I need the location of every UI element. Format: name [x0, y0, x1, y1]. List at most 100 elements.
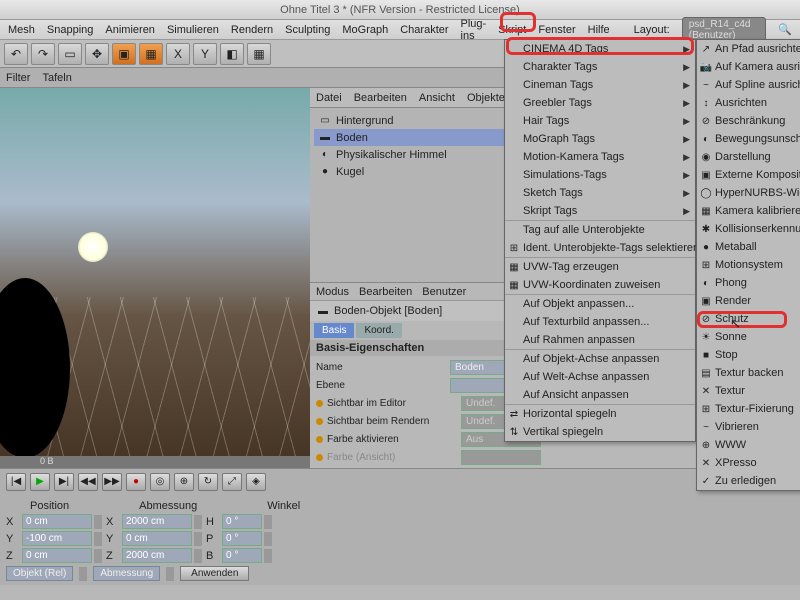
- menu-item[interactable]: ▣Externe Komposit: [697, 166, 800, 184]
- next-key-button[interactable]: ▶▶: [102, 473, 122, 491]
- coord-input[interactable]: [222, 548, 262, 563]
- menu-item[interactable]: Skript Tags▶: [505, 202, 695, 220]
- coord-input[interactable]: [122, 514, 192, 529]
- play-button[interactable]: ▶: [30, 473, 50, 491]
- menu-item[interactable]: ✕XPresso: [697, 454, 800, 472]
- stepper-icon[interactable]: [194, 549, 202, 563]
- menu-item[interactable]: Greebler Tags▶: [505, 94, 695, 112]
- menu-item[interactable]: Tag auf alle Unterobjekte: [505, 220, 695, 239]
- menu-plugins[interactable]: Plug-ins: [461, 18, 487, 42]
- prev-key-button[interactable]: ◀◀: [78, 473, 98, 491]
- menu-mograph[interactable]: MoGraph: [342, 24, 388, 36]
- key-pos-button[interactable]: ⊕: [174, 473, 194, 491]
- filter-menu[interactable]: Filter: [6, 72, 30, 84]
- tool-y[interactable]: Y: [193, 43, 217, 65]
- menu-item[interactable]: Sketch Tags▶: [505, 184, 695, 202]
- tab-koord[interactable]: Koord.: [356, 323, 401, 338]
- om-objekte[interactable]: Objekte: [467, 92, 505, 104]
- coord-input[interactable]: [222, 514, 262, 529]
- tool-cube[interactable]: ◧: [220, 43, 244, 65]
- apply-button[interactable]: Anwenden: [180, 566, 249, 581]
- key-scale-button[interactable]: ⤢: [222, 473, 242, 491]
- menu-item[interactable]: ⊞Textur-Fixierung: [697, 400, 800, 418]
- stepper-icon[interactable]: [194, 515, 202, 529]
- menu-item[interactable]: ↕Ausrichten: [697, 94, 800, 112]
- stepper-icon[interactable]: [79, 567, 87, 581]
- key-rot-button[interactable]: ↻: [198, 473, 218, 491]
- search-icon[interactable]: 🔍: [778, 23, 792, 36]
- tool-redo[interactable]: ↷: [31, 43, 55, 65]
- om-bearbeiten[interactable]: Bearbeiten: [354, 92, 407, 104]
- menu-item[interactable]: ⊞Motionsystem: [697, 256, 800, 274]
- stepper-icon[interactable]: [194, 532, 202, 546]
- menu-item[interactable]: Cineman Tags▶: [505, 76, 695, 94]
- attr-bearbeiten[interactable]: Bearbeiten: [359, 286, 412, 298]
- coord-input[interactable]: [222, 531, 262, 546]
- menu-item[interactable]: ●Metaball: [697, 238, 800, 256]
- menu-simulieren[interactable]: Simulieren: [167, 24, 219, 36]
- stepper-icon[interactable]: [94, 532, 102, 546]
- menu-item[interactable]: ☀Sonne: [697, 328, 800, 346]
- om-datei[interactable]: Datei: [316, 92, 342, 104]
- menu-item[interactable]: ◐Bewegungsunschä: [697, 130, 800, 148]
- menu-item[interactable]: ↗An Pfad ausrichten: [697, 40, 800, 58]
- om-ansicht[interactable]: Ansicht: [419, 92, 455, 104]
- menu-item[interactable]: ◐Phong: [697, 274, 800, 292]
- coord-input[interactable]: [122, 548, 192, 563]
- menu-fenster[interactable]: Fenster: [538, 24, 575, 36]
- menu-item[interactable]: ✕Textur: [697, 382, 800, 400]
- key-param-button[interactable]: ◈: [246, 473, 266, 491]
- attr-modus[interactable]: Modus: [316, 286, 349, 298]
- menu-charakter[interactable]: Charakter: [400, 24, 448, 36]
- tool-select[interactable]: ▭: [58, 43, 82, 65]
- menu-item[interactable]: Motion-Kamera Tags▶: [505, 148, 695, 166]
- menu-item[interactable]: ◉Darstellung: [697, 148, 800, 166]
- tool-render-pv[interactable]: ▦: [139, 43, 163, 65]
- tool-undo[interactable]: ↶: [4, 43, 28, 65]
- tool-move[interactable]: ✥: [85, 43, 109, 65]
- attr-input[interactable]: [461, 450, 541, 465]
- goto-end-button[interactable]: ▶|: [54, 473, 74, 491]
- menu-skript[interactable]: Skript: [498, 24, 526, 36]
- viewport[interactable]: 0 B: [0, 88, 310, 468]
- coord-input[interactable]: [22, 531, 92, 546]
- size-mode-select[interactable]: Abmessung: [93, 566, 160, 581]
- tab-basis[interactable]: Basis: [314, 323, 354, 338]
- menu-item[interactable]: ~Vibrieren: [697, 418, 800, 436]
- autokey-button[interactable]: ◎: [150, 473, 170, 491]
- menu-item[interactable]: Charakter Tags▶: [505, 58, 695, 76]
- coord-input[interactable]: [22, 514, 92, 529]
- menu-item[interactable]: ■Stop: [697, 346, 800, 364]
- stepper-icon[interactable]: [264, 549, 272, 563]
- coord-input[interactable]: [22, 548, 92, 563]
- menu-item[interactable]: ⊞Ident. Unterobjekte-Tags selektieren: [505, 239, 695, 257]
- stepper-icon[interactable]: [94, 515, 102, 529]
- tool-render[interactable]: ▣: [112, 43, 136, 65]
- stepper-icon[interactable]: [264, 515, 272, 529]
- menu-item[interactable]: ✓Zu erledigen: [697, 472, 800, 490]
- menu-item[interactable]: Hair Tags▶: [505, 112, 695, 130]
- menu-item[interactable]: ▣Render: [697, 292, 800, 310]
- stepper-icon[interactable]: [166, 567, 174, 581]
- coord-input[interactable]: [122, 531, 192, 546]
- menu-item[interactable]: ▤Textur backen: [697, 364, 800, 382]
- menu-item[interactable]: 📷Auf Kamera ausric: [697, 58, 800, 76]
- menu-item[interactable]: ⊘Beschränkung: [697, 112, 800, 130]
- menu-hilfe[interactable]: Hilfe: [588, 24, 610, 36]
- menu-mesh[interactable]: Mesh: [8, 24, 35, 36]
- menu-item[interactable]: ▦Kamera kalibriere: [697, 202, 800, 220]
- stepper-icon[interactable]: [94, 549, 102, 563]
- stepper-icon[interactable]: [264, 532, 272, 546]
- menu-item[interactable]: ⊘Schutz: [697, 310, 800, 328]
- tool-grid[interactable]: ▦: [247, 43, 271, 65]
- menu-animieren[interactable]: Animieren: [105, 24, 155, 36]
- record-button[interactable]: ●: [126, 473, 146, 491]
- attr-benutzer[interactable]: Benutzer: [422, 286, 466, 298]
- coord-mode-select[interactable]: Objekt (Rel): [6, 566, 73, 581]
- tafeln-menu[interactable]: Tafeln: [42, 72, 71, 84]
- menu-item[interactable]: CINEMA 4D Tags▶: [505, 40, 695, 58]
- menu-snapping[interactable]: Snapping: [47, 24, 94, 36]
- menu-item[interactable]: ✱Kollisionserkennu: [697, 220, 800, 238]
- menu-item[interactable]: ◯HyperNURBS-Wic: [697, 184, 800, 202]
- goto-start-button[interactable]: |◀: [6, 473, 26, 491]
